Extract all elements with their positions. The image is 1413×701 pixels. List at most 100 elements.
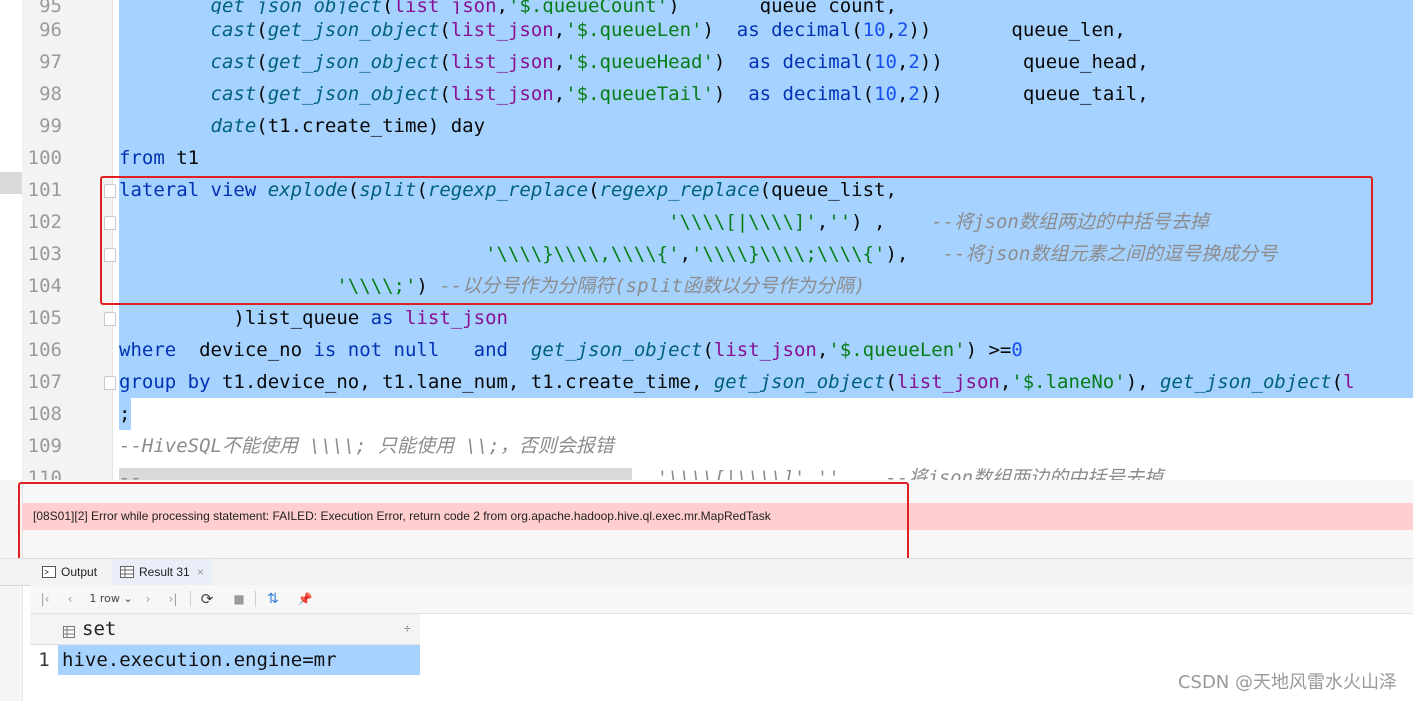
code-text[interactable]: )list_queue as list_json <box>119 302 508 334</box>
last-page-icon[interactable]: ›| <box>164 585 182 613</box>
code-text[interactable]: --HiveSQL不能使用 \\\\; 只能使用 \\;，否则会报错 <box>119 430 614 462</box>
code-token: list_json <box>450 51 554 73</box>
code-token: '$.queueLen' <box>828 339 966 361</box>
first-page-icon[interactable]: |‹ <box>36 585 54 613</box>
code-token: as decimal <box>748 51 863 73</box>
code-token: ( <box>439 83 451 105</box>
code-token: 2 <box>896 19 909 41</box>
code-token: list_json <box>405 307 508 329</box>
toolbar-separator-2 <box>255 591 256 607</box>
code-token: t1.device_no, t1.lane_num, t1.create_tim… <box>210 371 714 393</box>
code-line[interactable]: 107 group by t1.device_no, t1.lane_num, t… <box>0 366 1413 398</box>
code-token: date <box>210 115 257 137</box>
sql-editor[interactable]: 95 get_json_object(list_json,'$.queueCou… <box>0 0 1413 480</box>
sort-icon[interactable]: ÷ <box>404 614 411 644</box>
code-line[interactable]: 105 )list_queue as list_json <box>0 302 1413 334</box>
table-cell-value[interactable]: hive.execution.engine=mr <box>62 645 337 675</box>
code-token: , <box>553 83 566 105</box>
code-line[interactable]: 100 from t1 <box>0 142 1413 174</box>
code-token: cast <box>210 83 257 105</box>
row-count-label: 1 row <box>89 592 120 605</box>
code-text[interactable]: date(t1.create_time) day <box>119 110 486 142</box>
line-number: 108 <box>27 403 62 425</box>
highlight-box-lateral-view <box>100 176 1373 305</box>
pin-icon[interactable]: 📌 <box>295 585 315 613</box>
stop-icon[interactable]: ■ <box>230 585 248 613</box>
code-token: device_no <box>176 339 314 361</box>
code-token: get_json_object <box>1160 371 1332 393</box>
code-token: get_json_object <box>267 19 440 41</box>
code-token: cast <box>210 19 257 41</box>
line-number: 106 <box>27 339 62 361</box>
code-token: get_json_object <box>267 51 440 73</box>
code-token: ( <box>439 51 451 73</box>
code-token: get_json_object <box>530 339 703 361</box>
code-token: 10 <box>862 19 886 41</box>
code-token: ( <box>256 83 268 105</box>
highlight-box-error <box>18 482 909 564</box>
code-token: ) <box>713 51 749 73</box>
code-line[interactable]: 110 -- '\\\\[|\\\\]','' --将json数组两边的中括号去掉 <box>0 462 1413 480</box>
row-number-header <box>30 614 58 644</box>
close-icon[interactable]: × <box>197 565 204 579</box>
line-number: 96 <box>39 19 62 41</box>
tab-output-label: Output <box>61 565 98 579</box>
code-token: ) <box>702 19 737 41</box>
code-token: , <box>553 51 566 73</box>
fold-icon[interactable] <box>104 376 116 390</box>
code-token: as decimal <box>748 83 863 105</box>
code-text[interactable]: cast(get_json_object(list_json,'$.queueT… <box>119 78 1149 110</box>
code-text[interactable]: ; <box>119 398 130 430</box>
code-token: list_json <box>896 371 1000 393</box>
code-token: 10 <box>874 51 897 73</box>
code-token: 2 <box>908 83 920 105</box>
code-token: 0 <box>1011 339 1023 361</box>
code-text[interactable]: from t1 <box>119 142 199 174</box>
code-token: ( <box>851 19 863 41</box>
code-text[interactable]: cast(get_json_object(list_json,'$.queueL… <box>119 14 1126 46</box>
tab-output[interactable]: Output <box>42 559 97 585</box>
code-line[interactable]: 109 --HiveSQL不能使用 \\\\; 只能使用 \\;，否则会报错 <box>0 430 1413 462</box>
code-token: is not null <box>313 339 440 361</box>
code-token: )) queue_head, <box>919 51 1149 73</box>
code-token: l <box>1343 371 1355 393</box>
chevron-down-icon: ⌄ <box>123 592 133 605</box>
tab-result-label: Result 31 <box>139 565 190 579</box>
code-line[interactable]: 108; <box>0 398 1413 430</box>
code-token: (t1.create_time) day <box>256 115 486 137</box>
row-count-dropdown[interactable]: 1 row ⌄ <box>88 585 134 613</box>
fold-icon[interactable] <box>104 312 116 326</box>
code-token: ( <box>702 339 714 361</box>
row-number: 1 <box>38 649 50 671</box>
line-number: 98 <box>39 83 62 105</box>
code-text[interactable]: group by t1.device_no, t1.lane_num, t1.c… <box>119 366 1355 398</box>
line-number: 105 <box>27 307 62 329</box>
refresh-icon[interactable]: ⟳ <box>197 585 217 613</box>
code-text[interactable]: -- '\\\\[|\\\\]','' --将json数组两边的中括号去掉 <box>119 462 1163 480</box>
code-text[interactable]: cast(get_json_object(list_json,'$.queueH… <box>119 46 1149 78</box>
line-number: 100 <box>27 147 62 169</box>
code-token: ( <box>256 19 268 41</box>
code-token: ( <box>1331 371 1344 393</box>
code-token: -- '\\\\[|\\\\]','' --将json数组两边的中括号去掉 <box>119 467 1164 480</box>
code-line[interactable]: 106 where device_no is not null and get_j… <box>0 334 1413 366</box>
code-token: list_json <box>713 339 817 361</box>
code-token: ( <box>862 83 875 105</box>
column-header-set[interactable]: set <box>82 614 116 644</box>
next-page-icon[interactable]: › <box>140 585 156 613</box>
tab-result[interactable]: Result 31 × <box>112 559 213 585</box>
prev-page-icon[interactable]: ‹ <box>62 585 78 613</box>
code-text[interactable]: where device_no is not null and get_json… <box>119 334 1023 366</box>
code-line[interactable]: 96 cast(get_json_object(list_json,'$.que… <box>0 14 1413 46</box>
code-token: ( <box>256 51 268 73</box>
compare-icon[interactable]: ⇅ <box>262 585 284 613</box>
code-line[interactable]: 99 date(t1.create_time) day <box>0 110 1413 142</box>
code-line[interactable]: 97 cast(get_json_object(list_json,'$.que… <box>0 46 1413 78</box>
code-line[interactable]: 98 cast(get_json_object(list_json,'$.que… <box>0 78 1413 110</box>
code-token: '$.queueHead' <box>565 51 714 73</box>
code-token: cast <box>210 51 257 73</box>
